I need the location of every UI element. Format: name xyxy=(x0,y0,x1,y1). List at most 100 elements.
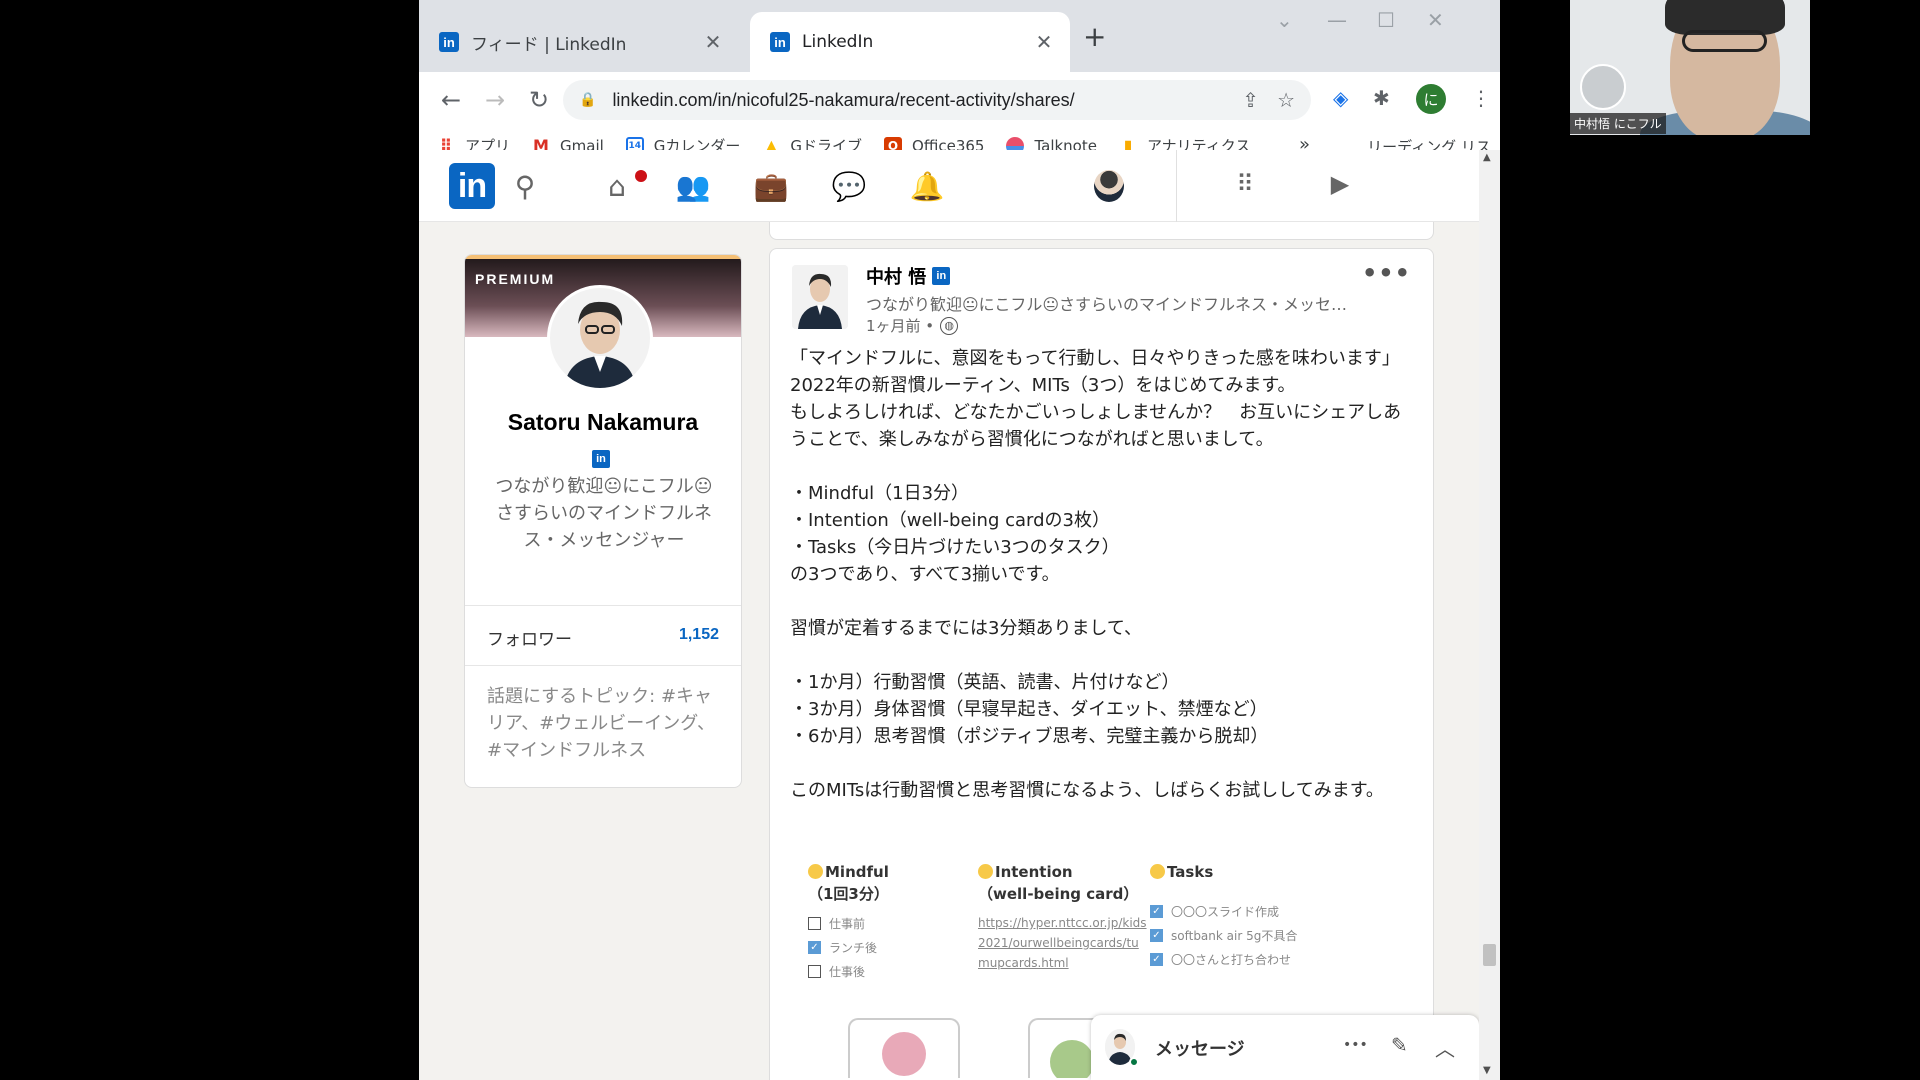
card-thumbnail xyxy=(848,1018,960,1078)
checklist-label: 〇〇さんと打ち合わせ xyxy=(1171,953,1292,967)
share-icon[interactable]: ⇪ xyxy=(1242,88,1259,112)
browser-menu-icon[interactable]: ⋮ xyxy=(1471,86,1491,110)
post-time-text: 1ヶ月前 • xyxy=(866,317,935,335)
checkbox-icon xyxy=(808,917,821,930)
messaging-label: メッセージ xyxy=(1155,1039,1245,1060)
post-author-headline: つながり歓迎😐にこフル😐さすらいのマインドフルネス・メッセ… xyxy=(866,295,1348,314)
lock-icon[interactable]: 🔒 xyxy=(579,92,596,108)
url-text[interactable]: linkedin.com/in/nicoful25-nakamura/recen… xyxy=(612,90,1224,111)
bookmark-star-icon[interactable]: ☆ xyxy=(1277,88,1295,112)
participant-name-badge: 中村悟 にこフル xyxy=(1570,113,1666,134)
smiley-icon xyxy=(1150,864,1165,879)
reload-icon[interactable]: ↻ xyxy=(517,86,561,114)
minimize-button[interactable]: — xyxy=(1327,8,1347,32)
linkedin-favicon-icon: in xyxy=(770,32,790,52)
previous-post-card-edge xyxy=(769,222,1434,240)
extension-shield-icon[interactable]: ◈ xyxy=(1333,86,1348,110)
linkedin-page: in ⚲ ⌂ 👥 💼 💬 🔔 ⠿ ▶ PREMIUM Satoru Nakamu… xyxy=(419,150,1500,1080)
online-status-dot xyxy=(1129,1057,1139,1067)
browser-window: in フィード | LinkedIn ✕ in LinkedIn ✕ + ⌄ —… xyxy=(419,0,1500,1080)
page-scrollbar[interactable]: ▲ ▼ xyxy=(1479,150,1500,1080)
globe-icon: ◍ xyxy=(940,316,959,335)
checklist-label: 仕事前 xyxy=(829,917,866,931)
jobs-briefcase-icon[interactable]: 💼 xyxy=(751,170,791,203)
checklist-label: ランチ後 xyxy=(829,941,878,955)
browser-toolbar: ← → ↻ 🔒 linkedin.com/in/nicoful25-nakamu… xyxy=(419,72,1500,128)
checkbox-checked-icon: ✓ xyxy=(1150,905,1163,918)
post-author-name[interactable]: 中村 悟 xyxy=(866,263,926,289)
intention-url: https://hyper.nttcc.or.jp/kids2021/ourwe… xyxy=(978,916,1147,970)
divider xyxy=(465,605,741,606)
tab-feed[interactable]: in フィード | LinkedIn ✕ xyxy=(419,12,739,72)
new-tab-button[interactable]: + xyxy=(1083,20,1106,53)
notification-dot xyxy=(633,168,649,184)
tasks-title: Tasks xyxy=(1167,863,1214,881)
participant-avatar-icon xyxy=(1580,64,1626,110)
work-grid-icon[interactable]: ⠿ xyxy=(1225,170,1265,198)
smiley-icon xyxy=(978,864,993,879)
scrollbar-thumb[interactable] xyxy=(1483,944,1496,966)
tab-bar: in フィード | LinkedIn ✕ in LinkedIn ✕ + ⌄ —… xyxy=(419,0,1500,72)
participant-glasses xyxy=(1682,30,1767,52)
divider xyxy=(465,665,741,666)
compose-icon[interactable]: ✎ xyxy=(1391,1033,1408,1057)
topics-text: 話題にするトピック: #キャリア、#ウェルビーイング、#マインドフルネス xyxy=(487,686,716,761)
checkbox-checked-icon: ✓ xyxy=(1150,953,1163,966)
maximize-button[interactable]: ☐ xyxy=(1377,8,1395,32)
forward-arrow-icon[interactable]: → xyxy=(473,86,517,114)
checklist-item: ✓ 〇〇さんと打ち合わせ xyxy=(1150,951,1350,968)
followers-label: フォロワー xyxy=(487,630,572,650)
chevron-up-icon[interactable]: ︿ xyxy=(1435,1033,1455,1062)
extensions-puzzle-icon[interactable]: ✱ xyxy=(1373,86,1390,110)
home-icon[interactable]: ⌂ xyxy=(597,170,637,203)
profile-card[interactable]: PREMIUM Satoru Nakamura in つながり歓迎😐にこフル😐さ… xyxy=(464,254,742,788)
close-tab-icon[interactable]: ✕ xyxy=(1032,30,1056,54)
profile-name[interactable]: Satoru Nakamura xyxy=(465,409,741,436)
linkedin-badge-icon: in xyxy=(932,267,951,285)
intention-title: Intention xyxy=(995,863,1073,881)
linkedin-logo[interactable]: in xyxy=(449,163,495,209)
intention-subtitle: （well-being card） xyxy=(978,885,1139,903)
messaging-bar[interactable]: メッセージ ••• ✎ ︿ xyxy=(1091,1015,1479,1080)
checklist-label: softbank air 5g不具合 xyxy=(1171,929,1298,943)
profile-avatar[interactable] xyxy=(547,285,653,391)
checkbox-checked-icon: ✓ xyxy=(1150,929,1163,942)
messaging-icon[interactable]: 💬 xyxy=(829,170,869,203)
thumbnail-circle-icon xyxy=(1050,1040,1094,1078)
search-icon[interactable]: ⚲ xyxy=(505,170,545,203)
close-window-button[interactable]: ✕ xyxy=(1427,8,1444,32)
nav-divider xyxy=(1176,150,1177,222)
tab-search-icon[interactable]: ⌄ xyxy=(1276,8,1293,32)
tab-title: フィード | LinkedIn xyxy=(471,34,627,55)
checklist-label: 〇〇〇スライド作成 xyxy=(1171,905,1280,919)
network-icon[interactable]: 👥 xyxy=(673,170,713,203)
post-more-button[interactable]: ••• xyxy=(1362,259,1411,287)
linkedin-badge-icon: in xyxy=(592,450,610,468)
mindful-title: Mindful xyxy=(825,863,889,881)
learning-icon[interactable]: ▶ xyxy=(1320,170,1360,198)
me-avatar[interactable] xyxy=(1094,170,1124,202)
thumbnail-person-icon xyxy=(882,1032,926,1076)
smiley-icon xyxy=(808,864,823,879)
scroll-up-icon[interactable]: ▲ xyxy=(1483,152,1491,163)
post-author-avatar[interactable] xyxy=(792,265,848,329)
address-bar[interactable]: 🔒 linkedin.com/in/nicoful25-nakamura/rec… xyxy=(563,80,1311,120)
notifications-bell-icon[interactable]: 🔔 xyxy=(907,170,947,203)
video-call-tile[interactable]: 中村悟 にこフル xyxy=(1570,0,1810,135)
back-arrow-icon[interactable]: ← xyxy=(429,86,473,114)
scroll-down-icon[interactable]: ▼ xyxy=(1483,1065,1491,1076)
tab-title: LinkedIn xyxy=(802,32,874,52)
author-line: 中村 悟 in xyxy=(866,263,951,289)
premium-label: PREMIUM xyxy=(475,271,556,287)
browser-profile-avatar[interactable]: に xyxy=(1416,84,1446,114)
tasks-column: Tasks ✓ 〇〇〇スライド作成 ✓ softbank air 5g不具合 ✓ 〇〇… xyxy=(1150,861,1350,968)
linkedin-nav: in ⚲ ⌂ 👥 💼 💬 🔔 ⠿ ▶ xyxy=(419,150,1479,222)
tab-linkedin[interactable]: in LinkedIn ✕ xyxy=(750,12,1070,72)
close-tab-icon[interactable]: ✕ xyxy=(701,30,725,54)
checklist-label: 仕事後 xyxy=(829,965,866,979)
checklist-item: ✓ 〇〇〇スライド作成 xyxy=(1150,903,1350,920)
checkbox-checked-icon: ✓ xyxy=(808,941,821,954)
post-body-text: 「マインドフルに、意図をもって行動し、日々やりきった感を味わいます」 2022年… xyxy=(790,348,1402,801)
messaging-more-icon[interactable]: ••• xyxy=(1343,1037,1368,1053)
followers-count[interactable]: 1,152 xyxy=(679,626,719,644)
